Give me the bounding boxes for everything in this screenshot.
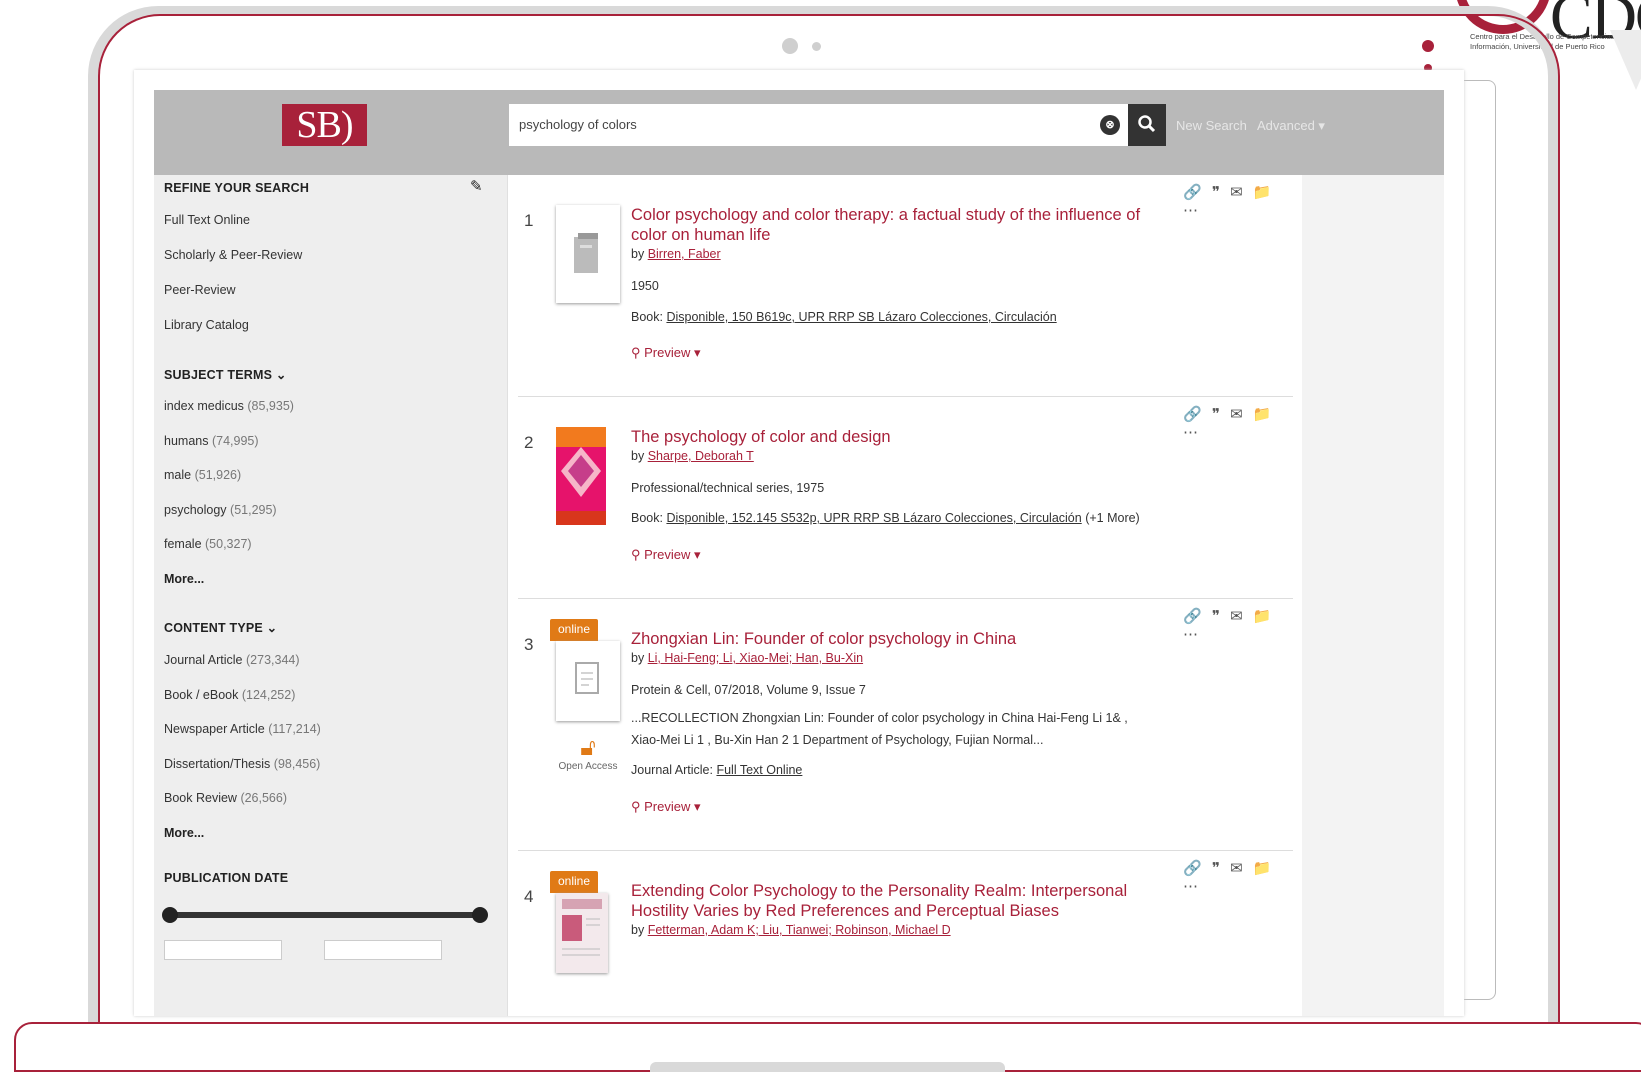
content-type-more-link[interactable]: More... xyxy=(164,826,204,840)
clear-icon[interactable]: ⊗ xyxy=(1100,115,1120,135)
availability-link[interactable]: Disponible, 150 B619c, UPR RRP SB Lázaro… xyxy=(666,310,1056,324)
result-number: 3 xyxy=(524,635,534,654)
camera-dot xyxy=(782,38,798,54)
full-text-link[interactable]: Full Text Online xyxy=(716,763,802,777)
result-item: online 3 🔓︎ Open Access Zhongxian Lin: Fo… xyxy=(518,599,1293,851)
refine-peer-review[interactable]: Peer-Review xyxy=(164,283,236,297)
subject-more-link[interactable]: More... xyxy=(164,572,204,586)
publication-date-heading: PUBLICATION DATE xyxy=(164,871,289,885)
online-badge: online xyxy=(550,871,598,893)
result-authors: by Fetterman, Adam K; Liu, Tianwei; Robi… xyxy=(631,923,951,937)
search-button[interactable] xyxy=(1128,104,1166,146)
search-icon xyxy=(1138,113,1156,138)
result-tools[interactable]: 🔗 ❞ ✉ 📁 ⋯ xyxy=(1183,405,1293,441)
result-title[interactable]: Extending Color Psychology to the Person… xyxy=(631,881,1151,921)
author-link[interactable]: Birren, Faber xyxy=(648,247,721,261)
edit-icon[interactable]: ✎ xyxy=(470,177,483,195)
browser-screen: SB) psychology of colors ⊗ New Search Ad… xyxy=(134,70,1464,1016)
result-thumbnail[interactable] xyxy=(556,893,608,973)
preview-toggle[interactable]: ⚲ Preview ▾ xyxy=(631,547,701,563)
slider-handle-min[interactable] xyxy=(162,907,178,923)
new-search-link[interactable]: New Search xyxy=(1176,118,1247,133)
result-source: Protein & Cell, 07/2018, Volume 9, Issue… xyxy=(631,683,866,697)
result-number: 4 xyxy=(524,887,534,906)
result-snippet: ...RECOLLECTION Zhongxian Lin: Founder o… xyxy=(631,711,1128,747)
refine-heading: REFINE YOUR SEARCH xyxy=(164,181,310,195)
result-thumbnail[interactable] xyxy=(556,427,606,525)
advanced-link[interactable]: Advanced ▾ xyxy=(1257,118,1325,134)
subject-item[interactable]: psychology (51,295) xyxy=(164,503,277,517)
refine-library-catalog[interactable]: Library Catalog xyxy=(164,318,249,332)
search-input[interactable]: psychology of colors xyxy=(509,104,1128,146)
preview-toggle[interactable]: ⚲ Preview ▾ xyxy=(631,345,701,361)
subject-item[interactable]: index medicus (85,935) xyxy=(164,399,294,413)
author-link[interactable]: Sharpe, Deborah T xyxy=(648,449,754,463)
subject-terms-heading[interactable]: SUBJECT TERMS ⌄ xyxy=(164,367,287,382)
content-type-item[interactable]: Book Review (26,566) xyxy=(164,791,287,805)
content-type-item[interactable]: Newspaper Article (117,214) xyxy=(164,722,321,736)
open-access-badge: 🔓︎ Open Access xyxy=(556,734,620,773)
screen-edge xyxy=(1464,80,1496,1000)
logo-triangle xyxy=(1610,30,1641,90)
content-type-item[interactable]: Book / eBook (124,252) xyxy=(164,688,295,702)
content-type-heading[interactable]: CONTENT TYPE ⌄ xyxy=(164,620,277,635)
results-list: 1 Color psychology and color therapy: a … xyxy=(507,175,1302,1016)
content-type-item[interactable]: Dissertation/Thesis (98,456) xyxy=(164,757,320,771)
slider-handle-max[interactable] xyxy=(472,907,488,923)
refine-sidebar: REFINE YOUR SEARCH ✎ Full Text Online Sc… xyxy=(154,175,507,1016)
refine-full-text[interactable]: Full Text Online xyxy=(164,213,250,227)
date-from-field[interactable] xyxy=(164,940,282,960)
content-type-item[interactable]: Journal Article (273,344) xyxy=(164,653,300,667)
result-date: 1950 xyxy=(631,279,659,293)
right-panel xyxy=(1302,175,1444,1016)
result-tools[interactable]: 🔗 ❞ ✉ 📁 ⋯ xyxy=(1183,607,1293,643)
result-item: online 4 Extending Color Psychology to t… xyxy=(518,851,1293,1016)
result-tools[interactable]: 🔗 ❞ ✉ 📁 ⋯ xyxy=(1183,183,1293,219)
open-lock-icon: 🔓︎ xyxy=(580,734,596,761)
result-authors: by Sharpe, Deborah T xyxy=(631,449,754,463)
author-link[interactable]: Fetterman, Adam K; Liu, Tianwei; Robinso… xyxy=(648,923,951,937)
result-item: 2 The psychology of color and design by … xyxy=(518,397,1293,599)
result-title[interactable]: The psychology of color and design xyxy=(631,427,1151,447)
date-to-field[interactable] xyxy=(324,940,442,960)
result-number: 1 xyxy=(524,211,534,230)
library-logo[interactable]: SB) xyxy=(282,104,367,146)
result-title[interactable]: Color psychology and color therapy: a fa… xyxy=(631,205,1151,245)
camera-dot-small xyxy=(812,42,821,51)
result-tools[interactable]: 🔗 ❞ ✉ 📁 ⋯ xyxy=(1183,859,1293,895)
result-thumbnail[interactable] xyxy=(556,641,620,721)
result-availability: Book: Disponible, 152.145 S532p, UPR RRP… xyxy=(631,511,1140,525)
result-series: Professional/technical series, 1975 xyxy=(631,481,825,495)
availability-link[interactable]: Disponible, 152.145 S532p, UPR RRP SB Lá… xyxy=(666,511,1081,525)
subject-item[interactable]: male (51,926) xyxy=(164,468,241,482)
result-title[interactable]: Zhongxian Lin: Founder of color psycholo… xyxy=(631,629,1151,649)
preview-toggle[interactable]: ⚲ Preview ▾ xyxy=(631,799,701,815)
refine-scholarly[interactable]: Scholarly & Peer-Review xyxy=(164,248,302,262)
result-thumbnail[interactable] xyxy=(556,205,620,303)
author-link[interactable]: Li, Hai-Feng; Li, Xiao-Mei; Han, Bu-Xin xyxy=(648,651,863,665)
result-authors: by Li, Hai-Feng; Li, Xiao-Mei; Han, Bu-X… xyxy=(631,651,864,665)
result-item: 1 Color psychology and color therapy: a … xyxy=(518,175,1293,397)
subject-item[interactable]: female (50,327) xyxy=(164,537,252,551)
search-header: SB) psychology of colors ⊗ New Search Ad… xyxy=(154,90,1444,175)
subject-item[interactable]: humans (74,995) xyxy=(164,434,259,448)
result-number: 2 xyxy=(524,433,534,452)
online-badge: online xyxy=(550,619,598,641)
result-authors: by Birren, Faber xyxy=(631,247,721,261)
laptop-notch xyxy=(650,1062,1005,1072)
result-availability: Book: Disponible, 150 B619c, UPR RRP SB … xyxy=(631,310,1057,324)
result-availability: Journal Article: Full Text Online xyxy=(631,763,803,777)
date-range-slider[interactable] xyxy=(170,912,485,918)
